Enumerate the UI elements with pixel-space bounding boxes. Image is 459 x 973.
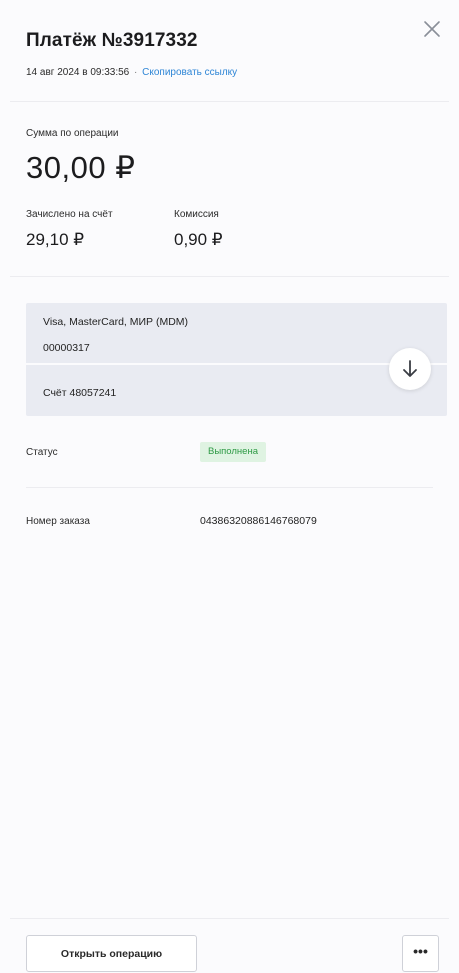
arrow-down-icon	[403, 360, 417, 377]
fee-label: Комиссия	[174, 209, 219, 220]
copy-link[interactable]: Скопировать ссылку	[142, 67, 237, 78]
payment-details-panel: Платёж №3917332 14 авг 2024 в 09:33:56 ·…	[0, 0, 459, 972]
close-button[interactable]	[421, 18, 443, 40]
swap-direction-button[interactable]	[389, 348, 431, 390]
status-label: Статус	[26, 447, 58, 458]
amount-label: Сумма по операции	[26, 128, 119, 139]
close-icon	[424, 21, 440, 37]
meta-separator: ·	[134, 67, 138, 78]
page-title: Платёж №3917332	[26, 30, 198, 51]
footer-divider	[10, 918, 449, 919]
header-divider	[10, 101, 449, 102]
fee-value: 0,90 ₽	[174, 230, 223, 249]
more-options-button[interactable]: •••	[402, 935, 439, 972]
destination-account: Счёт 48057241	[43, 387, 117, 399]
route-divider	[26, 363, 447, 365]
source-name: Visa, MasterCard, МИР (MDM)	[43, 316, 189, 328]
open-operation-button[interactable]: Открыть операцию	[26, 935, 197, 972]
amount-divider	[10, 276, 449, 277]
order-number-value: 04386320886146768079	[200, 515, 317, 527]
credited-label: Зачислено на счёт	[26, 209, 113, 220]
amount-value: 30,00 ₽	[26, 150, 136, 185]
payment-meta: 14 авг 2024 в 09:33:56 · Скопировать ссы…	[26, 67, 237, 78]
payment-date: 14 авг 2024 в 09:33:56	[26, 67, 130, 78]
status-badge: Выполнена	[200, 442, 266, 462]
order-number-label: Номер заказа	[26, 516, 90, 527]
route-box: Visa, MasterCard, МИР (MDM) 00000317 Счё…	[26, 303, 447, 416]
source-id: 00000317	[43, 342, 90, 354]
credited-value: 29,10 ₽	[26, 230, 85, 249]
details-divider	[26, 487, 433, 488]
